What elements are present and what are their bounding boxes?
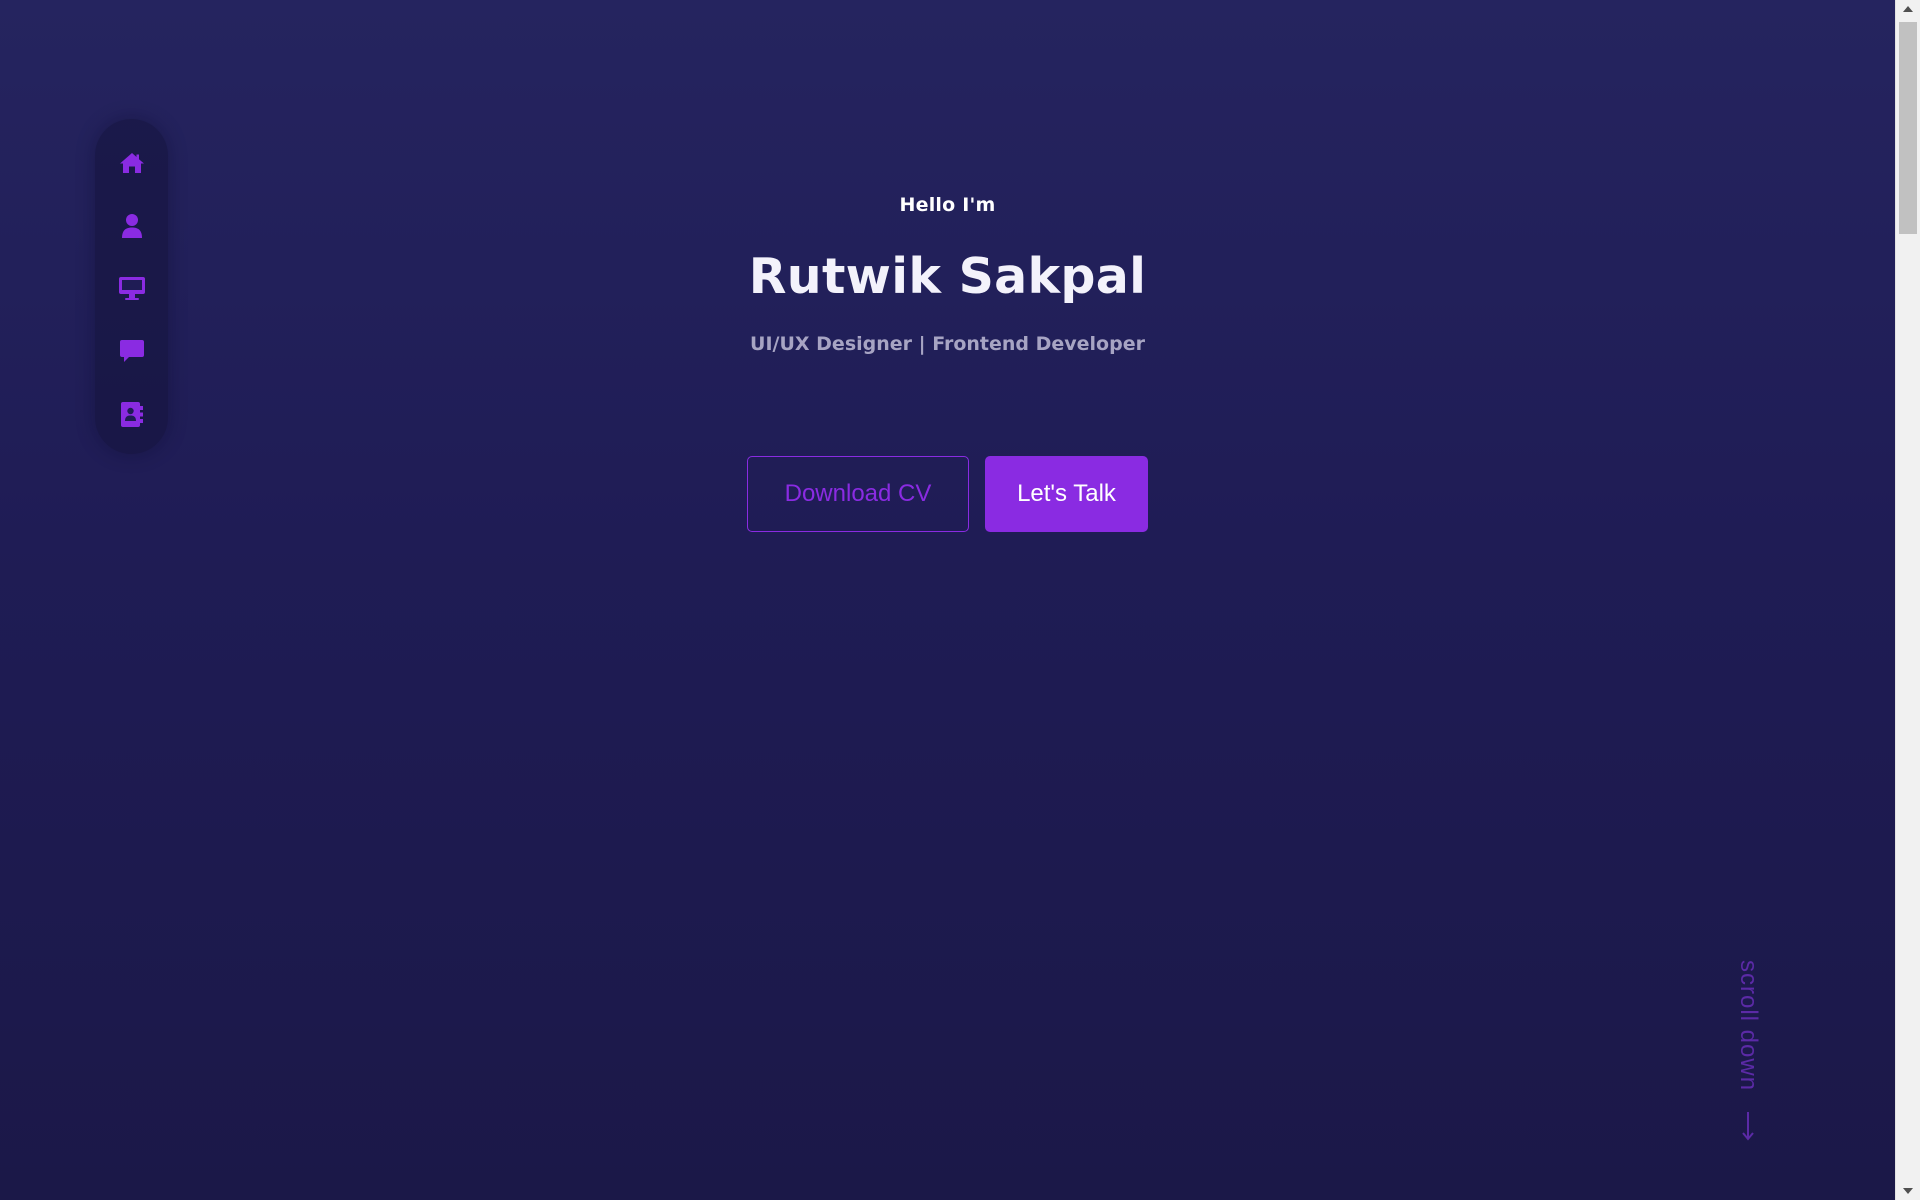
home-icon bbox=[119, 152, 145, 174]
greeting-text: Hello I'm bbox=[899, 194, 996, 216]
scroll-down-label: scroll down bbox=[1735, 960, 1762, 1092]
hero-actions: Download CV Let's Talk bbox=[0, 456, 1895, 532]
nav-item-contact[interactable] bbox=[108, 391, 156, 438]
scroll-up-arrow-icon[interactable] bbox=[1903, 6, 1913, 12]
download-cv-button[interactable]: Download CV bbox=[747, 456, 969, 532]
user-icon bbox=[121, 213, 143, 239]
scroll-down-link[interactable]: scroll down bbox=[1730, 960, 1766, 1150]
address-book-icon bbox=[120, 401, 144, 428]
scrollbar-thumb[interactable] bbox=[1899, 22, 1917, 234]
lets-talk-button[interactable]: Let's Talk bbox=[985, 456, 1148, 532]
scroll-down-arrow-icon[interactable] bbox=[1903, 1188, 1913, 1194]
nav-item-home[interactable] bbox=[108, 140, 156, 187]
hero-name: Rutwik Sakpal bbox=[748, 248, 1147, 305]
hero-role: UI/UX Designer | Frontend Developer bbox=[750, 333, 1145, 355]
vertical-scrollbar[interactable] bbox=[1895, 0, 1920, 1200]
arrow-down-icon bbox=[1739, 1110, 1757, 1146]
